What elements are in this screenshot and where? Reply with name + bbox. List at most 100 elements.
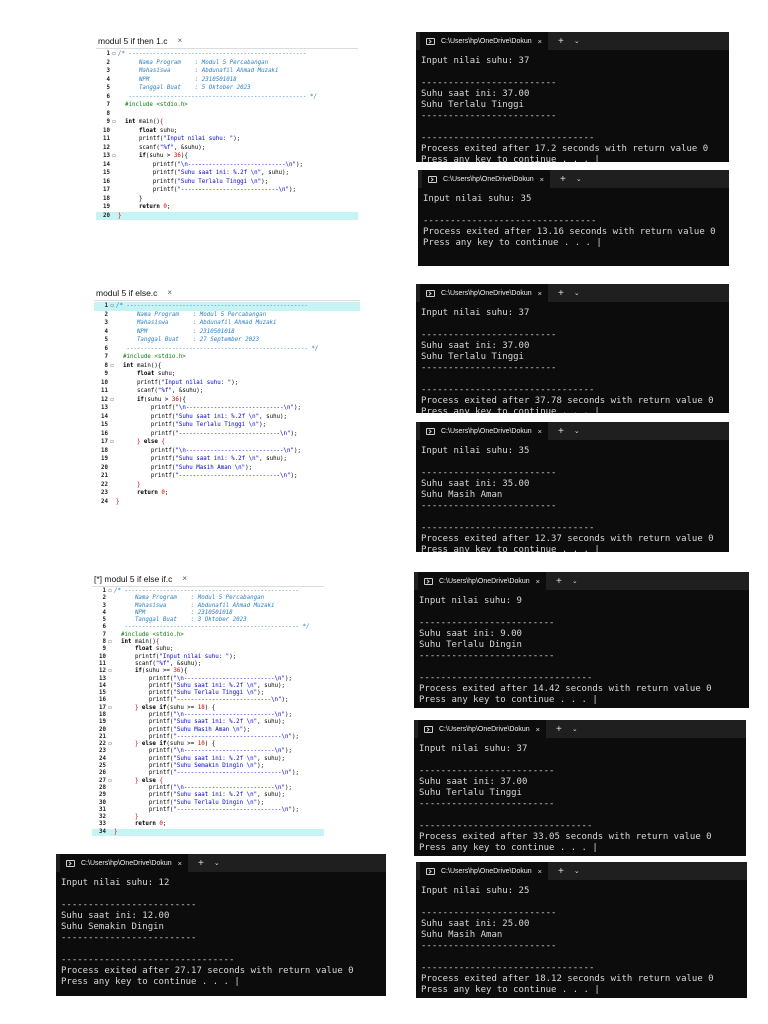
code-token: );: [290, 473, 298, 479]
terminal-tab[interactable]: C:\Users\hp\OneDrive\Dokun ×: [418, 720, 547, 738]
terminal-line: Press any key to continue . . . |: [421, 985, 600, 995]
terminal-output[interactable]: Input nilai suhu: 9 ---------------------…: [419, 596, 745, 706]
terminal-output[interactable]: Input nilai suhu: 37 --------------------…: [421, 56, 725, 162]
code-text: }: [118, 195, 143, 204]
code-token: "Suhu saat ini: %.2f \n": [177, 170, 262, 176]
line-number: 5: [106, 85, 111, 91]
close-icon[interactable]: ×: [536, 577, 540, 586]
editor-tab[interactable]: modul 5 if else.c ×: [94, 286, 172, 299]
new-tab-icon[interactable]: +: [198, 858, 204, 869]
close-icon[interactable]: ×: [540, 175, 544, 184]
line-number: 9: [106, 119, 111, 125]
code-token: printf(: [114, 763, 174, 770]
fold-marker-icon[interactable]: ▭: [108, 438, 116, 447]
editor-tab[interactable]: modul 5 if then 1.c ×: [96, 34, 182, 47]
fold-marker-icon[interactable]: ▭: [110, 152, 118, 161]
terminal-window-1[interactable]: C:\Users\hp\OneDrive\Dokun × + ⌄ Input nilai…: [416, 32, 729, 162]
close-icon[interactable]: ×: [167, 288, 172, 297]
terminal-line: Process exited after 13.16 seconds with …: [423, 227, 716, 237]
fold-marker-icon[interactable]: ▭: [106, 588, 114, 595]
code-line: 15 printf("Suhu saat ini: %.2f \n", suhu…: [96, 169, 358, 178]
close-icon[interactable]: ×: [182, 574, 187, 583]
code-area[interactable]: 1 ▭/* -----------------------------------…: [96, 48, 358, 220]
terminal-window-4[interactable]: C:\Users\hp\OneDrive\Dokun × + ⌄ Input nilai…: [416, 422, 729, 552]
close-icon[interactable]: ×: [178, 859, 182, 868]
chevron-down-icon[interactable]: ⌄: [572, 725, 578, 733]
terminal-line: --------------------------------: [421, 523, 595, 533]
code-editor-if-else-if[interactable]: [*] modul 5 if else if.c × 1 ▭/* ----------…: [92, 572, 324, 836]
terminal-tab[interactable]: C:\Users\hp\OneDrive\Dokun ×: [420, 284, 549, 302]
code-text: printf("----------------------------\n")…: [118, 186, 296, 195]
close-icon[interactable]: ×: [177, 36, 182, 45]
new-tab-icon[interactable]: +: [558, 866, 564, 877]
code-token: {: [155, 639, 160, 646]
terminal-output[interactable]: Input nilai suhu: 35 --------------------…: [421, 446, 725, 552]
code-line: 10 printf("Input nilai suhu: ");: [94, 379, 360, 388]
close-icon[interactable]: ×: [536, 725, 540, 734]
terminal-tab[interactable]: C:\Users\hp\OneDrive\Dokun ×: [420, 32, 549, 50]
fold-marker-icon[interactable]: ▭: [110, 50, 118, 59]
code-token: "Suhu Terlalu Tinggi \n": [175, 422, 260, 428]
close-icon[interactable]: ×: [538, 289, 542, 298]
terminal-output[interactable]: Input nilai suhu: 35 --------------------…: [423, 194, 725, 264]
new-tab-icon[interactable]: +: [558, 36, 564, 47]
fold-marker-icon: [110, 144, 118, 153]
terminal-window-3[interactable]: C:\Users\hp\OneDrive\Dokun × + ⌄ Input nilai…: [416, 284, 729, 413]
terminal-tab[interactable]: C:\Users\hp\OneDrive\Dokun ×: [60, 854, 189, 872]
terminal-tab[interactable]: C:\Users\hp\OneDrive\Dokun ×: [420, 422, 549, 440]
chevron-down-icon[interactable]: ⌄: [574, 37, 580, 45]
fold-marker-icon[interactable]: ▭: [108, 362, 116, 371]
terminal-window-6[interactable]: C:\Users\hp\OneDrive\Dokun × + ⌄ Input nilai…: [414, 720, 746, 856]
terminal-window-5[interactable]: C:\Users\hp\OneDrive\Dokun × + ⌄ Input nilai…: [414, 572, 749, 708]
new-tab-icon[interactable]: +: [558, 288, 564, 299]
editor-tab[interactable]: [*] modul 5 if else if.c ×: [92, 572, 187, 585]
code-line: 2 Nama Program : Modul 5 Percabangan: [94, 311, 360, 320]
code-token: printf(: [114, 799, 174, 806]
fold-marker-icon[interactable]: ▭: [106, 741, 114, 748]
chevron-down-icon[interactable]: ⌄: [576, 175, 582, 183]
terminal-window-8[interactable]: C:\Users\hp\OneDrive\Dokun × + ⌄ Input nilai…: [416, 862, 747, 998]
new-tab-icon[interactable]: +: [558, 426, 564, 437]
fold-marker-icon[interactable]: ▭: [106, 668, 114, 675]
new-tab-icon[interactable]: +: [556, 724, 562, 735]
terminal-output[interactable]: Input nilai suhu: 37 --------------------…: [421, 308, 725, 413]
fold-marker-icon[interactable]: ▭: [106, 639, 114, 646]
new-tab-icon[interactable]: +: [560, 174, 566, 185]
code-token: "Suhu saat ini: %.2f \n": [173, 682, 258, 689]
close-icon[interactable]: ×: [538, 37, 542, 46]
fold-marker-icon[interactable]: ▭: [108, 302, 116, 311]
close-icon[interactable]: ×: [538, 867, 542, 876]
chevron-down-icon[interactable]: ⌄: [574, 289, 580, 297]
chevron-down-icon[interactable]: ⌄: [574, 427, 580, 435]
line-number: 32: [99, 814, 106, 821]
code-text: int main(){: [118, 118, 163, 127]
code-line: 12 ▭ if(suhu > 36){: [94, 396, 360, 405]
close-icon[interactable]: ×: [538, 427, 542, 436]
chevron-down-icon[interactable]: ⌄: [214, 859, 220, 867]
fold-marker-icon[interactable]: ▭: [110, 118, 118, 127]
fold-marker-icon[interactable]: ▭: [106, 778, 114, 785]
code-editor-if-else[interactable]: modul 5 if else.c × 1 ▭/* -----------------…: [94, 286, 360, 506]
terminal-tab[interactable]: C:\Users\hp\OneDrive\Dokun ×: [422, 170, 551, 188]
terminal-output[interactable]: Input nilai suhu: 25 --------------------…: [421, 886, 743, 996]
line-number: 5: [102, 617, 107, 624]
code-editor-if-then[interactable]: modul 5 if then 1.c × 1 ▭/* ---------------…: [96, 34, 358, 220]
new-tab-icon[interactable]: +: [556, 576, 562, 587]
terminal-window-7[interactable]: C:\Users\hp\OneDrive\Dokun × + ⌄ Input nilai…: [56, 854, 386, 996]
chevron-down-icon[interactable]: ⌄: [574, 867, 580, 875]
terminal-line: Process exited after 12.37 seconds with …: [421, 534, 714, 544]
terminal-output[interactable]: Input nilai suhu: 12 --------------------…: [61, 878, 382, 994]
fold-marker-icon: [108, 430, 116, 439]
fold-marker-icon[interactable]: ▭: [108, 396, 116, 405]
terminal-window-2[interactable]: C:\Users\hp\OneDrive\Dokun × + ⌄ Input nilai…: [418, 170, 729, 266]
terminal-tab[interactable]: C:\Users\hp\OneDrive\Dokun ×: [418, 572, 547, 590]
chevron-down-icon[interactable]: ⌄: [572, 577, 578, 585]
fold-marker-icon[interactable]: ▭: [106, 705, 114, 712]
fold-marker-icon: [110, 169, 118, 178]
code-text: #include <stdio.h>: [118, 101, 188, 110]
terminal-tab[interactable]: C:\Users\hp\OneDrive\Dokun ×: [420, 862, 549, 880]
code-area[interactable]: 1 ▭/* -----------------------------------…: [94, 300, 360, 506]
code-area[interactable]: 1 ▭/* -----------------------------------…: [92, 586, 324, 836]
terminal-output[interactable]: Input nilai suhu: 37 --------------------…: [419, 744, 742, 854]
